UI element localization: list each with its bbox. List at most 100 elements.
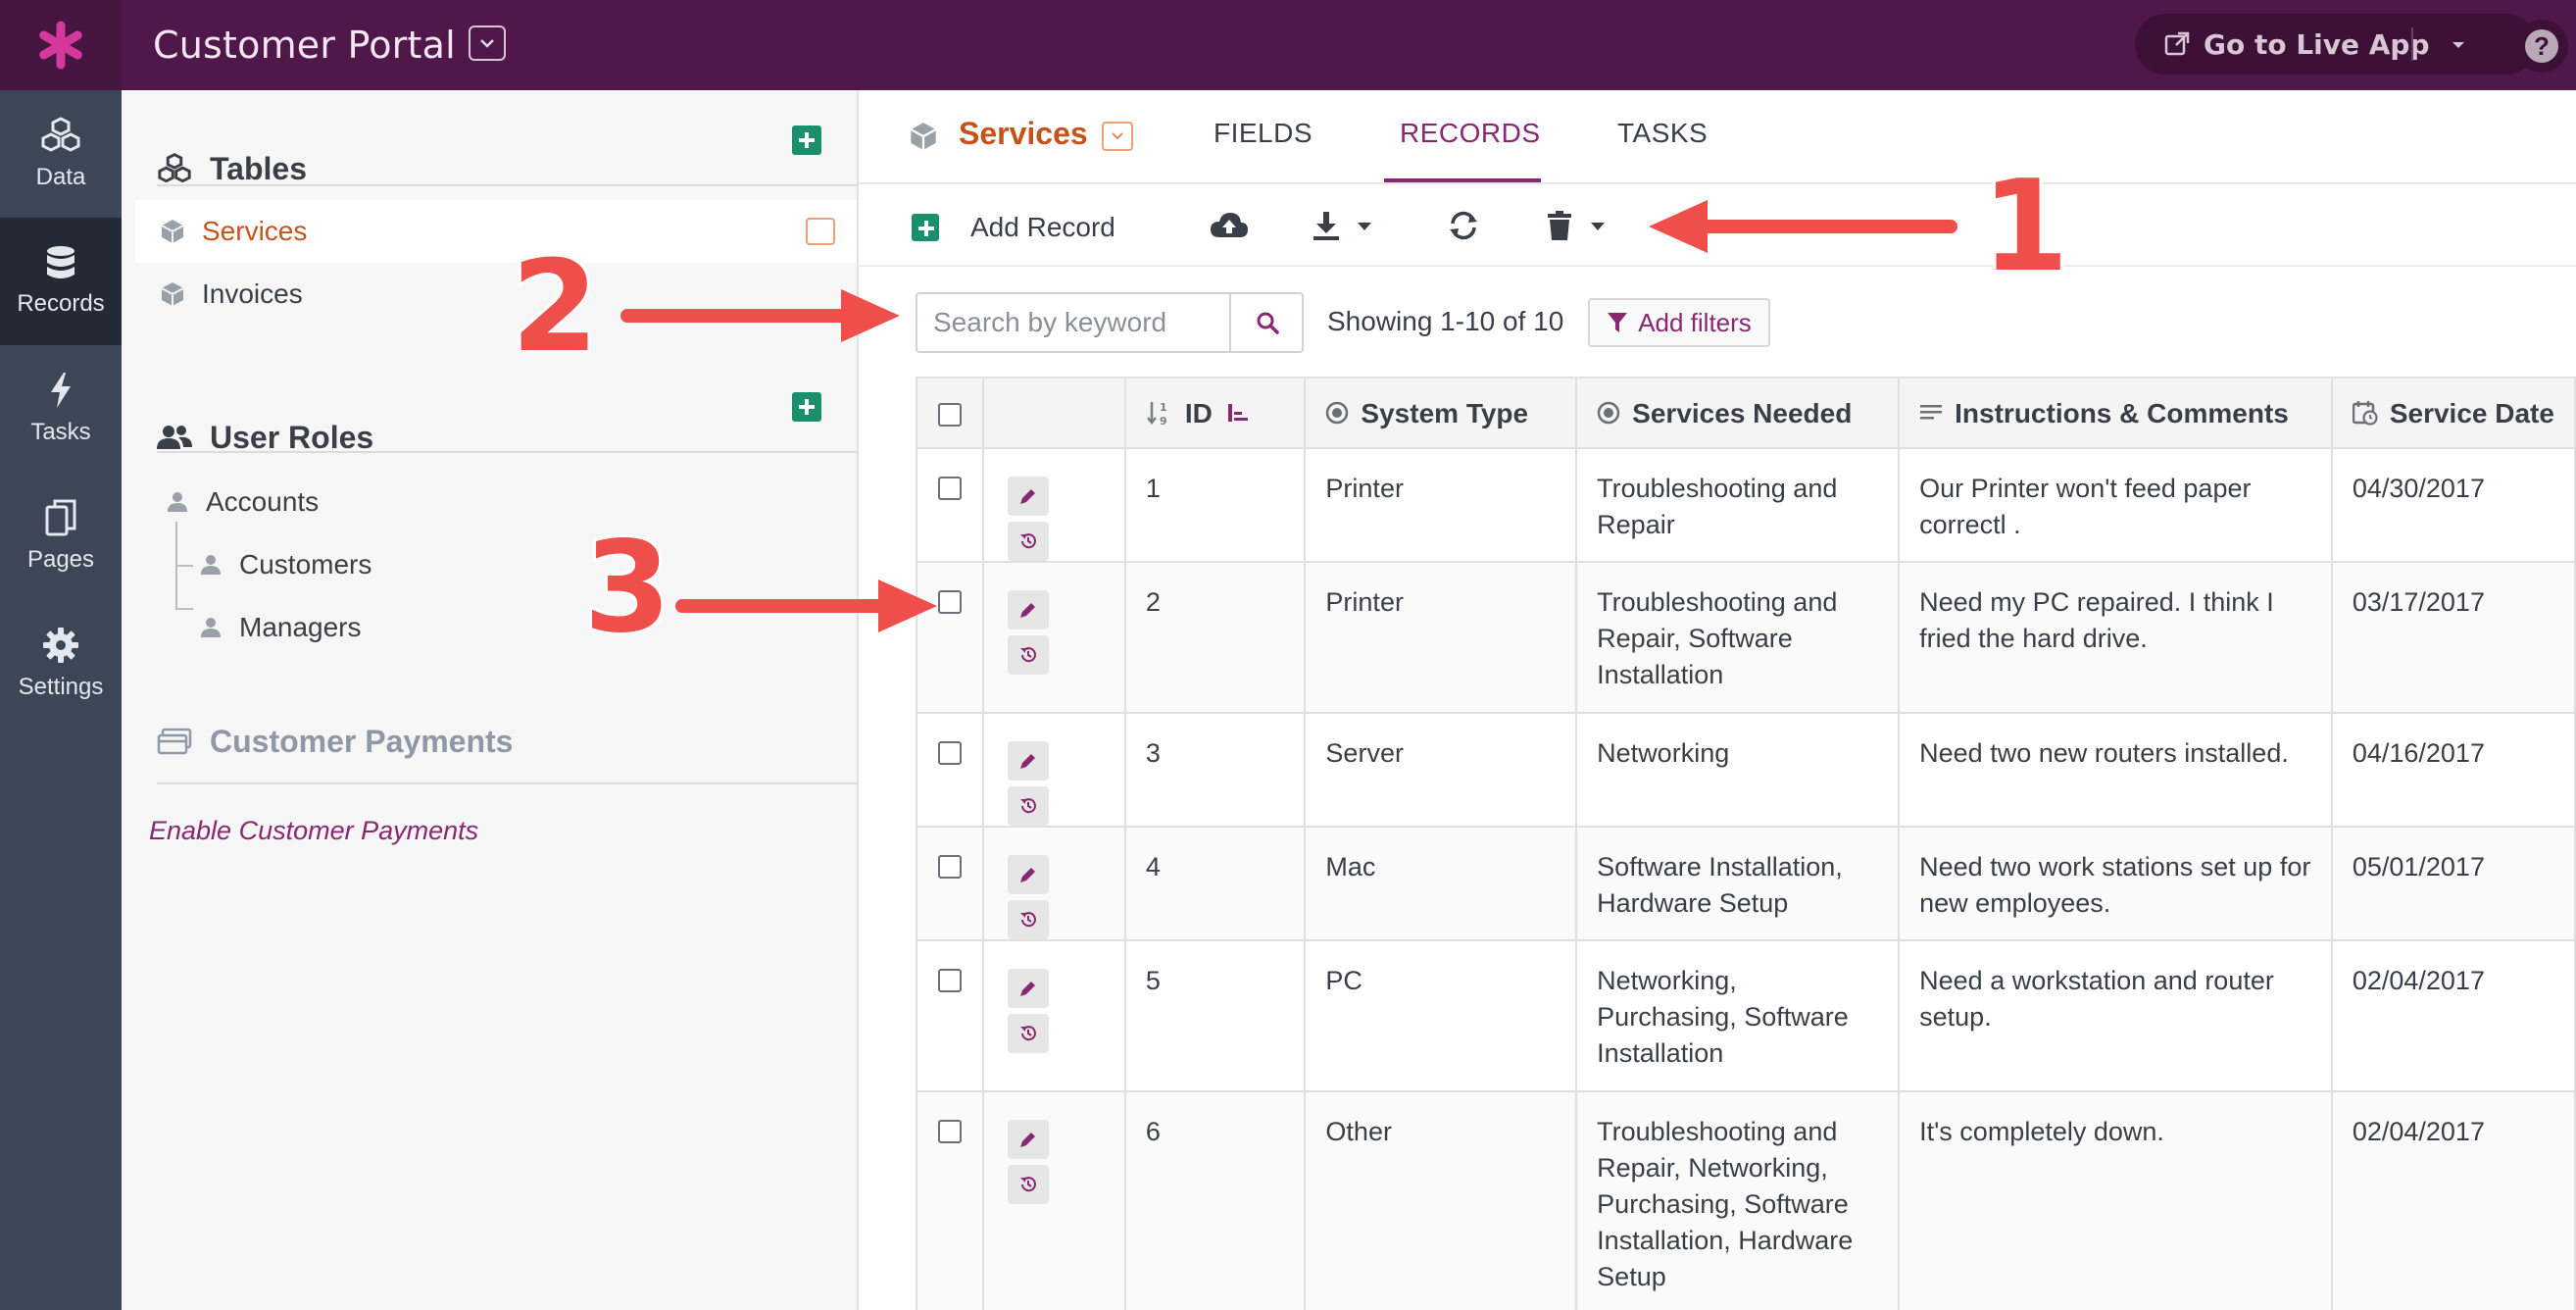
search-icon <box>1257 312 1279 334</box>
table-options-dropdown[interactable] <box>806 218 835 245</box>
column-label: ID <box>1184 397 1213 428</box>
record-history-button[interactable] <box>1007 786 1049 826</box>
app-menu-dropdown[interactable] <box>469 25 506 61</box>
calendar-clock-icon <box>2352 401 2378 426</box>
row-checkbox[interactable] <box>937 1120 962 1143</box>
sidebar-item-invoices[interactable]: Invoices <box>135 263 857 326</box>
divider <box>157 451 863 453</box>
rail-label-records: Records <box>17 290 105 317</box>
search-button[interactable] <box>1229 294 1304 351</box>
customer-payments-section-heading: Customer Payments <box>157 712 513 771</box>
add-table-button[interactable] <box>792 126 821 155</box>
tab-records[interactable]: RECORDS <box>1400 118 1541 149</box>
add-user-role-button[interactable] <box>792 392 821 422</box>
row-checkbox[interactable] <box>937 855 962 879</box>
filter-icon <box>1608 313 1628 332</box>
search-input[interactable] <box>917 294 1229 351</box>
cell-instructions: Need a workstation and router setup. <box>1898 939 2333 1092</box>
pencil-icon <box>1019 754 1035 769</box>
row-checkbox[interactable] <box>937 741 962 765</box>
sidebar-item-accounts[interactable]: Accounts <box>167 473 319 531</box>
record-history-button[interactable] <box>1007 522 1049 561</box>
pencil-icon <box>1019 603 1035 618</box>
column-header-services-needed[interactable]: Services Needed <box>1575 377 1901 449</box>
cell-services-needed: Networking <box>1575 712 1901 828</box>
column-label: Services Needed <box>1632 397 1853 428</box>
bolt-icon <box>51 373 71 408</box>
column-header-id[interactable]: 19 ID <box>1123 377 1307 449</box>
enable-customer-payments-link[interactable]: Enable Customer Payments <box>149 816 478 846</box>
download-icon[interactable] <box>1312 210 1341 241</box>
table-row[interactable]: 5 PC Networking, Purchasing, Software Inst… <box>916 939 2576 1092</box>
caret-down-icon[interactable] <box>1357 222 1372 231</box>
records-table: 19 ID System Type Services Needed Instru… <box>916 377 2576 1310</box>
cell-service-date: 03/17/2017 <box>2330 561 2576 714</box>
column-header-system-type[interactable]: System Type <box>1304 377 1578 449</box>
cell-id: 3 <box>1123 712 1307 828</box>
sort-numeric-icon: 19 <box>1146 401 1167 427</box>
rail-item-settings[interactable]: Settings <box>0 600 122 728</box>
pencil-icon <box>1019 982 1035 996</box>
sidebar-item-managers[interactable]: Managers <box>200 598 362 657</box>
help-button[interactable]: ? <box>2515 20 2568 73</box>
table-row[interactable]: 3 Server Networking Need two new routers in… <box>916 712 2576 828</box>
tab-fields[interactable]: FIELDS <box>1214 118 1313 149</box>
record-history-button[interactable] <box>1007 1165 1049 1204</box>
row-actions-cell <box>981 939 1126 1092</box>
rail-item-records[interactable]: Records <box>0 218 122 345</box>
row-checkbox[interactable] <box>937 590 962 614</box>
refresh-icon[interactable] <box>1447 210 1480 241</box>
edit-record-button[interactable] <box>1007 855 1049 894</box>
row-select-cell <box>916 561 984 714</box>
object-options-dropdown[interactable] <box>1102 122 1133 151</box>
add-filters-button[interactable]: Add filters <box>1588 298 1770 347</box>
select-all-checkbox[interactable] <box>937 403 962 428</box>
asterisk-logo-icon <box>39 21 82 70</box>
record-history-button[interactable] <box>1007 900 1049 939</box>
cell-id: 4 <box>1123 826 1307 941</box>
table-row[interactable]: 6 Other Troubleshooting and Repair, Networ… <box>916 1090 2576 1310</box>
rail-label-tasks: Tasks <box>30 419 91 445</box>
go-to-live-app-button[interactable]: Go to Live App <box>2135 14 2537 75</box>
record-history-button[interactable] <box>1007 1014 1049 1053</box>
user-icon <box>168 492 187 512</box>
edit-record-button[interactable] <box>1007 477 1049 516</box>
column-header-service-date[interactable]: Service Date <box>2330 377 2576 449</box>
column-header-instructions[interactable]: Instructions & Comments <box>1898 377 2333 449</box>
cell-id: 6 <box>1123 1090 1307 1310</box>
caret-down-icon[interactable] <box>2449 35 2468 55</box>
actions-header <box>981 377 1126 449</box>
cell-service-date: 04/30/2017 <box>2330 447 2576 563</box>
edit-record-button[interactable] <box>1007 741 1049 781</box>
table-row[interactable]: 4 Mac Software Installation, Hardware Setu… <box>916 826 2576 941</box>
table-row[interactable]: 2 Printer Troubleshooting and Repair, Soft… <box>916 561 2576 714</box>
gear-icon <box>43 628 78 663</box>
app-logo[interactable] <box>0 0 122 90</box>
tab-tasks[interactable]: TASKS <box>1617 118 1708 149</box>
cloud-upload-icon[interactable] <box>1210 210 1249 241</box>
pencil-icon <box>1019 1133 1035 1147</box>
row-actions-cell <box>981 447 1126 563</box>
trash-icon[interactable] <box>1547 210 1572 241</box>
row-actions-cell <box>981 561 1126 714</box>
edit-record-button[interactable] <box>1007 590 1049 630</box>
history-icon <box>1019 533 1036 549</box>
cube-icon <box>161 282 184 306</box>
sidebar-item-services[interactable]: Services <box>135 200 857 263</box>
tree-line <box>175 565 193 567</box>
edit-record-button[interactable] <box>1007 1120 1049 1159</box>
cell-instructions: Need my PC repaired. I think I fried the… <box>1898 561 2333 714</box>
table-row[interactable]: 1 Printer Troubleshooting and Repair Our Pr… <box>916 447 2576 563</box>
rail-item-data[interactable]: Data <box>0 90 122 218</box>
rail-item-tasks[interactable]: Tasks <box>0 345 122 473</box>
cell-services-needed: Troubleshooting and Repair, Networking, … <box>1575 1090 1901 1310</box>
history-icon <box>1019 1026 1036 1041</box>
add-record-button[interactable]: Add Record <box>912 208 1115 247</box>
edit-record-button[interactable] <box>1007 969 1049 1008</box>
row-checkbox[interactable] <box>937 477 962 500</box>
row-checkbox[interactable] <box>937 969 962 992</box>
record-history-button[interactable] <box>1007 635 1049 675</box>
rail-item-pages[interactable]: Pages <box>0 473 122 600</box>
caret-down-icon[interactable] <box>1590 222 1606 231</box>
sidebar-item-customers[interactable]: Customers <box>200 535 372 594</box>
